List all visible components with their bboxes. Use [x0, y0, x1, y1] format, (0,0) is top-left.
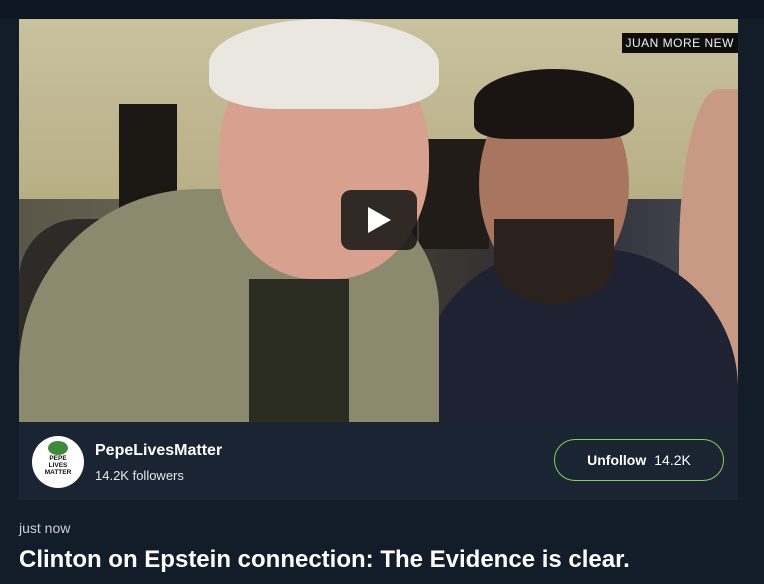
channel-row: PEPE LIVES MATTER PepeLivesMatter 14.2K fo…: [19, 422, 738, 500]
unfollow-label: Unfollow: [587, 452, 647, 468]
play-button[interactable]: [341, 190, 417, 250]
video-frame-detail: [474, 69, 634, 139]
unfollow-button[interactable]: Unfollow 14.2K: [554, 439, 724, 481]
post-timestamp: just now: [19, 520, 71, 536]
follower-count: 14.2K followers: [95, 468, 184, 483]
video-frame-detail: [209, 19, 439, 109]
video-frame-detail: [494, 219, 614, 304]
video-watermark: JUAN MORE NEW: [621, 33, 738, 53]
video-card: JUAN MORE NEW PEPE LIVES MATTER PepeLivesM…: [19, 19, 738, 500]
top-bar: [0, 0, 764, 19]
avatar-logo-text: PEPE LIVES MATTER: [44, 455, 72, 476]
channel-name[interactable]: PepeLivesMatter: [95, 442, 222, 460]
frog-logo-icon: [48, 441, 68, 455]
channel-avatar[interactable]: PEPE LIVES MATTER: [32, 436, 84, 488]
video-player[interactable]: JUAN MORE NEW: [19, 19, 738, 422]
play-icon: [368, 207, 391, 233]
unfollow-count: 14.2K: [654, 452, 691, 468]
video-frame-detail: [249, 279, 349, 422]
post-title[interactable]: Clinton on Epstein connection: The Evide…: [19, 546, 759, 574]
